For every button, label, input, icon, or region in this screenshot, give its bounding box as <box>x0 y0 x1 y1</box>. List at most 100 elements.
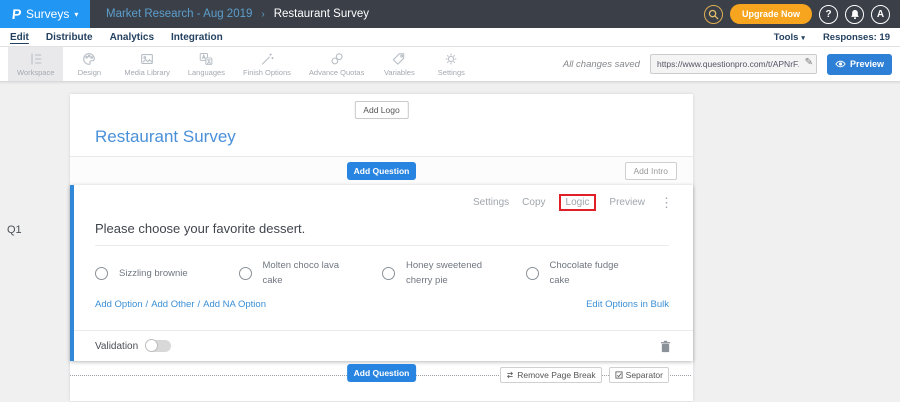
question-number-label: Q1 <box>7 224 22 236</box>
separator-toggle-button[interactable]: Separator <box>609 367 669 383</box>
notifications-button[interactable] <box>845 5 864 24</box>
nav-tabs: Edit Distribute Analytics Integration <box>10 32 223 43</box>
main-nav: Edit Distribute Analytics Integration To… <box>0 28 900 47</box>
link-separator: / <box>146 299 149 310</box>
nav-tab-analytics[interactable]: Analytics <box>110 32 154 43</box>
add-na-option-link[interactable]: Add NA Option <box>203 299 266 310</box>
question-card: Settings Copy Logic Preview ⋮ Please cho… <box>70 185 693 361</box>
eye-icon <box>835 60 846 68</box>
edit-toolbar: Workspace Design Media Library Languages <box>0 47 900 82</box>
chevron-down-icon: ▾ <box>801 35 805 42</box>
radio-icon[interactable] <box>526 267 539 280</box>
preview-label: Preview <box>850 59 884 69</box>
survey-title[interactable]: Restaurant Survey <box>95 127 236 147</box>
radio-icon[interactable] <box>95 267 108 280</box>
option-label: Sizzling brownie <box>119 266 188 281</box>
validation-label: Validation <box>95 341 138 352</box>
toolbar-item-settings[interactable]: Settings <box>425 47 477 81</box>
page-break-row: Add Question Remove Page Break Separator <box>70 365 693 395</box>
search-button[interactable] <box>704 5 723 24</box>
workspace-icon <box>28 51 44 67</box>
remove-page-break-label: Remove Page Break <box>517 370 595 380</box>
remove-page-break-button[interactable]: Remove Page Break <box>500 367 601 383</box>
design-icon <box>81 51 97 67</box>
toolbar-item-media-library[interactable]: Media Library <box>115 47 178 81</box>
breadcrumb: Market Research - Aug 2019 › Restaurant … <box>106 8 369 20</box>
separator-label: Separator <box>626 370 663 380</box>
edit-url-icon[interactable]: ✎ <box>805 57 813 68</box>
surveys-menu-label: Surveys <box>26 7 69 21</box>
checkbox-checked-icon <box>615 371 623 379</box>
question-text[interactable]: Please choose your favorite dessert. <box>74 209 693 236</box>
breadcrumb-separator-icon: › <box>261 9 264 20</box>
add-logo-button[interactable]: Add Logo <box>354 101 408 119</box>
radio-icon[interactable] <box>382 267 395 280</box>
add-option-link[interactable]: Add Option <box>95 299 143 310</box>
answer-option-3[interactable]: Honey sweetened cherry pie <box>382 258 526 288</box>
question-footer: Validation <box>74 330 693 361</box>
nav-right: Tools▾ Responses: 19 <box>774 32 890 43</box>
question-logic-link[interactable]: Logic <box>559 194 597 211</box>
nav-tab-edit[interactable]: Edit <box>10 32 29 43</box>
settings-icon <box>443 51 459 67</box>
toolbar-item-advance-quotas[interactable]: Advance Quotas <box>300 47 373 81</box>
survey-url-input[interactable] <box>650 54 817 74</box>
questionpro-logo-icon: P <box>11 6 22 22</box>
toolbar-item-workspace[interactable]: Workspace <box>8 47 63 81</box>
upgrade-now-button[interactable]: Upgrade Now <box>730 4 812 24</box>
toolbar-right: All changes saved ✎ Preview <box>563 47 892 81</box>
option-add-links: Add Option/Add Other/Add NA Option <box>95 299 266 310</box>
option-links-row: Add Option/Add Other/Add NA Option Edit … <box>74 288 693 310</box>
question-settings-link[interactable]: Settings <box>473 197 509 208</box>
add-other-link[interactable]: Add Other <box>151 299 194 310</box>
help-button[interactable]: ? <box>819 5 838 24</box>
toolbar-item-variables[interactable]: Variables <box>373 47 425 81</box>
kebab-menu-icon[interactable]: ⋮ <box>660 196 673 209</box>
survey-workspace: Q1 Add Logo Restaurant Survey Add Questi… <box>0 82 900 401</box>
add-question-button-bottom[interactable]: Add Question <box>347 364 417 382</box>
radio-icon[interactable] <box>239 267 252 280</box>
tools-menu[interactable]: Tools▾ <box>774 32 805 43</box>
option-label: Honey sweetened cherry pie <box>406 258 488 288</box>
account-button[interactable]: A <box>871 5 890 24</box>
advance-quotas-icon <box>329 51 345 67</box>
answer-option-4[interactable]: Chocolate fudge cake <box>526 258 670 288</box>
preview-button[interactable]: Preview <box>827 54 892 75</box>
languages-icon <box>198 51 214 67</box>
topbar: P Surveys ▾ Market Research - Aug 2019 ›… <box>0 0 900 28</box>
question-preview-link[interactable]: Preview <box>609 197 645 208</box>
bell-icon <box>850 9 860 20</box>
nav-tab-distribute[interactable]: Distribute <box>46 32 93 43</box>
search-icon <box>708 9 719 20</box>
link-separator: / <box>198 299 201 310</box>
answer-option-1[interactable]: Sizzling brownie <box>95 258 239 288</box>
add-question-button-top[interactable]: Add Question <box>347 162 417 180</box>
breadcrumb-parent[interactable]: Market Research - Aug 2019 <box>106 8 252 20</box>
variables-icon <box>391 51 407 67</box>
toolbar-items: Workspace Design Media Library Languages <box>8 47 477 81</box>
question-copy-link[interactable]: Copy <box>522 197 545 208</box>
autosave-status: All changes saved <box>563 59 640 70</box>
page-break-controls: Remove Page Break Separator <box>500 367 669 383</box>
questionpro-app: P Surveys ▾ Market Research - Aug 2019 ›… <box>0 0 900 402</box>
trash-icon <box>660 340 671 353</box>
nav-tab-integration[interactable]: Integration <box>171 32 223 43</box>
topbar-actions: Upgrade Now ? A <box>704 4 900 24</box>
delete-question-button[interactable] <box>660 340 671 353</box>
validation-toggle[interactable] <box>146 340 171 352</box>
surveys-menu[interactable]: P Surveys ▾ <box>0 0 90 28</box>
answer-option-2[interactable]: Molten choco lava cake <box>239 258 383 288</box>
chevron-down-icon: ▾ <box>74 10 78 19</box>
media-library-icon <box>139 51 155 67</box>
finish-options-icon <box>259 51 275 67</box>
add-intro-button[interactable]: Add Intro <box>625 162 678 180</box>
swap-arrows-icon <box>506 371 514 379</box>
responses-link[interactable]: Responses: 19 <box>823 32 890 43</box>
toolbar-item-finish-options[interactable]: Finish Options <box>234 47 300 81</box>
question-toolbar: Settings Copy Logic Preview ⋮ <box>74 185 693 209</box>
breadcrumb-current: Restaurant Survey <box>274 8 369 20</box>
toolbar-item-languages[interactable]: Languages <box>179 47 234 81</box>
toolbar-item-design[interactable]: Design <box>63 47 115 81</box>
option-label: Chocolate fudge cake <box>550 258 632 288</box>
edit-options-in-bulk-link[interactable]: Edit Options in Bulk <box>586 299 669 310</box>
